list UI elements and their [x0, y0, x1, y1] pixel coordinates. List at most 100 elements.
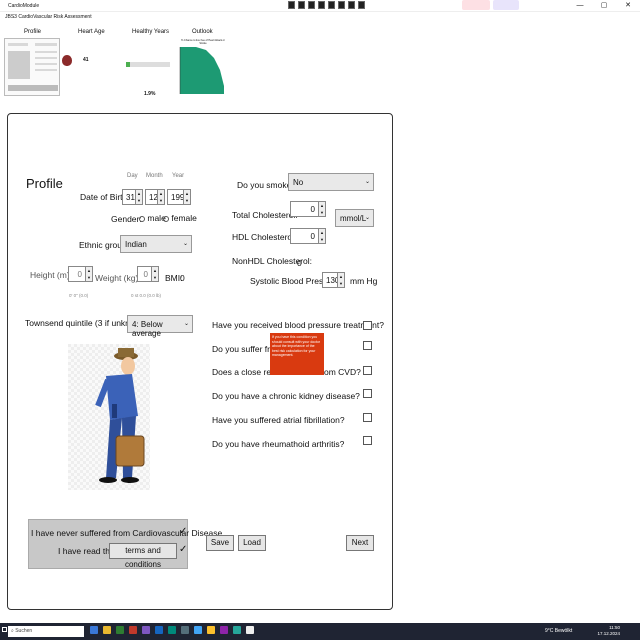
app-icon[interactable] — [142, 626, 150, 634]
load-button[interactable]: Load — [238, 535, 266, 551]
app-icon[interactable] — [90, 626, 98, 634]
save-button[interactable]: Save — [206, 535, 234, 551]
weight-hint: 0 st 0.0 (0.0 lb) — [131, 293, 162, 298]
app-icon[interactable] — [246, 626, 254, 634]
next-button[interactable]: Next — [346, 535, 374, 551]
tab-heart-age[interactable]: Heart Age — [78, 29, 105, 35]
minimize-button[interactable]: — — [568, 0, 592, 12]
app-icon[interactable] — [103, 626, 111, 634]
taskbar-search[interactable]: ⌕ Suchen — [8, 626, 84, 637]
female-radio[interactable] — [163, 215, 169, 222]
app-icon[interactable] — [168, 626, 176, 634]
profile-thumbnail[interactable] — [4, 38, 60, 96]
chol-unit-select[interactable]: mmol/L ⌄ — [335, 209, 374, 227]
page-title: Profile — [26, 176, 63, 191]
nonhdl-value: 0 — [297, 258, 302, 268]
tab-healthy-years[interactable]: Healthy Years — [132, 29, 169, 35]
tab-profile[interactable]: Profile — [24, 29, 41, 35]
total-chol-spinner[interactable]: ▲ ▼ — [318, 201, 326, 217]
thumb-line — [35, 69, 57, 71]
thumb-line — [35, 51, 57, 53]
gender-female-option[interactable]: female — [163, 213, 197, 223]
window-controls: — ▢ ✕ — [568, 0, 640, 12]
start-icon[interactable] — [2, 627, 7, 632]
app-icon[interactable] — [220, 626, 228, 634]
townsend-select[interactable]: 4: Below average ⌄ — [127, 315, 193, 338]
toolbar-icon[interactable] — [318, 1, 325, 9]
height-label: Height (m): — [30, 270, 73, 280]
dob-day-input[interactable]: 31 — [122, 189, 136, 205]
toolbar-icon[interactable] — [298, 1, 305, 9]
toolbar-icon[interactable] — [338, 1, 345, 9]
day-spinner[interactable]: ▲ ▼ — [135, 189, 143, 205]
app-icon[interactable] — [116, 626, 124, 634]
maximize-button[interactable]: ▢ — [592, 0, 616, 12]
year-spinner[interactable]: ▲ ▼ — [183, 189, 191, 205]
kidney-checkbox[interactable] — [363, 389, 372, 398]
ra-checkbox[interactable] — [363, 436, 372, 445]
app-icon[interactable] — [233, 626, 241, 634]
ghost-window-tab — [493, 0, 519, 10]
healthy-years-thumbnail[interactable] — [122, 38, 174, 96]
app-icon[interactable] — [129, 626, 137, 634]
tab-outlook[interactable]: Outlook — [192, 29, 213, 35]
bp-treatment-checkbox[interactable] — [363, 321, 372, 330]
month-label: Month — [146, 173, 163, 179]
ghost-window-tab — [462, 0, 490, 10]
weight-input[interactable]: 0 — [137, 266, 152, 282]
thumb-line — [35, 63, 57, 65]
hdl-chol-label: HDL Cholesterol: — [232, 232, 297, 242]
toolbar-icon[interactable] — [328, 1, 335, 9]
question-kidney: Do you have a chronic kidney disease? — [212, 391, 360, 401]
systolic-spinner[interactable]: ▲ ▼ — [337, 272, 345, 288]
dob-label: Date of Birth — [80, 192, 128, 202]
toolbar-icon[interactable] — [308, 1, 315, 9]
app-icon[interactable] — [181, 626, 189, 634]
search-text: Suchen — [15, 628, 33, 634]
systolic-unit: mm Hg — [350, 276, 378, 286]
ethnic-select[interactable]: Indian ⌄ — [120, 235, 192, 253]
app-icon[interactable] — [194, 626, 202, 634]
dob-year-input[interactable]: 1990 — [167, 189, 189, 205]
toolbar-icon[interactable] — [358, 1, 365, 9]
progress-fill — [126, 62, 130, 67]
height-input[interactable]: 0 — [68, 266, 86, 282]
gender-label: Gender: — [111, 214, 142, 224]
weight-spinner[interactable]: ▲ ▼ — [151, 266, 159, 282]
titlebar-toolbar — [288, 1, 365, 9]
systolic-input[interactable]: 130 — [322, 272, 339, 288]
male-radio[interactable] — [139, 215, 145, 222]
smoke-select[interactable]: No ⌄ — [288, 173, 374, 191]
height-spinner[interactable]: ▲ ▼ — [85, 266, 93, 282]
relative-cvd-checkbox[interactable] — [363, 366, 372, 375]
app-icon[interactable] — [155, 626, 163, 634]
gender-male-option[interactable]: male — [139, 213, 166, 223]
system-clock[interactable]: 11:50 17.12.2024 — [597, 625, 620, 637]
never-cvd-check[interactable]: ✓ — [179, 526, 187, 537]
toolbar-icon[interactable] — [288, 1, 295, 9]
total-chol-input[interactable]: 0 — [290, 201, 319, 217]
thumb-figure — [8, 51, 30, 79]
outlook-thumbnail[interactable]: % Chance to live free of Heart Attack or… — [176, 38, 228, 96]
day-label: Day — [127, 173, 138, 179]
terms-button[interactable]: terms and conditions — [109, 543, 177, 569]
chevron-down-icon: ⌄ — [182, 241, 188, 247]
diabetes-checkbox[interactable] — [363, 341, 372, 350]
read-terms-check[interactable]: ✓ — [179, 544, 187, 555]
question-relative-cvd-tail: om CVD? — [324, 367, 361, 377]
close-button[interactable]: ✕ — [616, 0, 640, 12]
toolbar-icon[interactable] — [348, 1, 355, 9]
app-title: JBS3 CardioVascular Risk Assessment — [5, 14, 92, 20]
female-label: female — [171, 213, 197, 223]
hdl-chol-input[interactable]: 0 — [290, 228, 319, 244]
question-af: Have you suffered atrial fibrillation? — [212, 415, 345, 425]
month-spinner[interactable]: ▲ ▼ — [157, 189, 165, 205]
af-checkbox[interactable] — [363, 413, 372, 422]
profile-figure-illustration — [68, 344, 150, 490]
window-title: CardioModule — [8, 3, 40, 9]
app-icon[interactable] — [207, 626, 215, 634]
chol-unit-value: mmol/L — [340, 214, 367, 223]
outlook-area — [180, 47, 224, 94]
hdl-chol-spinner[interactable]: ▲ ▼ — [318, 228, 326, 244]
read-terms-label: I have read the — [58, 546, 115, 556]
